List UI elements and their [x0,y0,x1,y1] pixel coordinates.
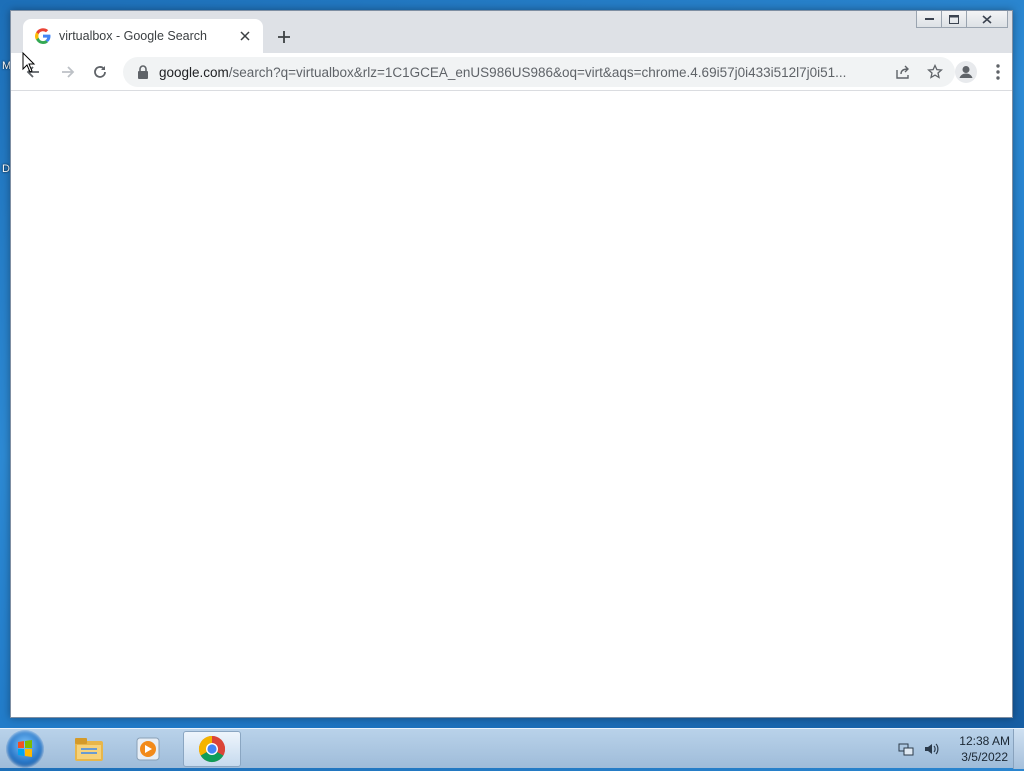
taskbar-explorer[interactable] [60,731,118,767]
lock-icon[interactable] [137,65,149,79]
network-icon[interactable] [897,740,915,758]
clock-time: 12:38 AM [959,734,1010,748]
profile-button[interactable] [954,60,978,84]
clock-date: 3/5/2022 [961,750,1008,764]
mouse-cursor-icon [22,52,36,73]
tab-strip: virtualbox - Google Search [11,11,1012,53]
desktop-icon-label-d: D [2,163,10,175]
media-player-icon [136,737,160,761]
star-icon[interactable] [923,60,947,84]
tab-title: virtualbox - Google Search [59,29,207,43]
chrome-icon [198,735,226,763]
volume-icon[interactable] [923,740,941,758]
system-clock[interactable]: 12:38 AM 3/5/2022 [959,733,1010,765]
menu-button[interactable] [986,60,1010,84]
taskbar-media-player[interactable] [120,731,178,767]
close-icon [982,14,992,24]
minimize-icon [924,17,934,20]
close-window-button[interactable] [966,11,1008,28]
start-button[interactable] [6,730,44,768]
minimize-button[interactable] [916,11,942,28]
plus-icon [278,31,290,43]
profile-icon [955,61,977,83]
taskbar: 12:38 AM 3/5/2022 [0,728,1024,769]
tab-virtualbox-search[interactable]: virtualbox - Google Search [23,19,263,53]
close-tab-icon[interactable] [237,28,253,44]
forward-arrow-icon [62,66,75,78]
new-tab-button[interactable] [274,27,294,47]
browser-toolbar: google.com/search?q=virtualbox&rlz=1C1GC… [11,53,1012,91]
url-host: google.com [159,64,229,80]
share-icon[interactable] [891,60,915,84]
page-content[interactable] [11,91,1012,717]
browser-window: virtualbox - Google Search google.com/se… [10,10,1013,718]
show-desktop-button[interactable] [1013,729,1024,769]
taskbar-chrome[interactable] [183,731,241,767]
reload-icon [94,66,106,78]
system-tray: 12:38 AM 3/5/2022 [897,729,1010,769]
google-g-icon [35,28,51,44]
windows-logo-icon [18,740,32,757]
forward-button[interactable] [56,60,80,84]
kebab-menu-icon [996,64,1000,80]
window-controls [916,11,1008,28]
url-text[interactable]: google.com/search?q=virtualbox&rlz=1C1GC… [159,65,883,80]
reload-button[interactable] [88,60,112,84]
url-path: /search?q=virtualbox&rlz=1C1GCEA_enUS986… [228,64,847,80]
restore-icon [949,14,959,24]
explorer-folder-icon [75,738,103,761]
address-bar[interactable]: google.com/search?q=virtualbox&rlz=1C1GC… [123,57,955,87]
restore-button[interactable] [941,11,967,28]
